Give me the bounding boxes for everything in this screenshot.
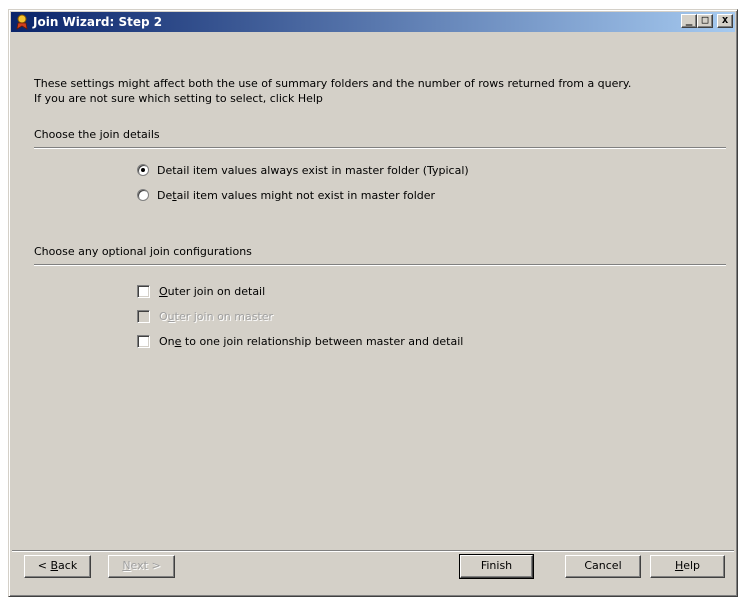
radio-label-might-not-exist: Detail item values might not exist in ma…: [157, 189, 436, 202]
radio-label-always-exist: Detail item values always exist in maste…: [157, 164, 469, 177]
checkbox-outer-join-detail-box[interactable]: [137, 284, 150, 298]
finish-button[interactable]: Finish: [459, 554, 534, 579]
help-button[interactable]: Help: [650, 555, 725, 578]
join-config-heading: Choose any optional join configurations: [34, 245, 252, 258]
checkbox-label-outer-join-detail: Outer join on detail: [159, 285, 266, 298]
next-button: Next >: [108, 555, 175, 578]
wizard-body: These settings might affect both the use…: [12, 34, 734, 551]
checkbox-outer-join-master: Outer join on master: [137, 309, 274, 326]
cancel-button[interactable]: Cancel: [565, 555, 641, 578]
intro-line-1: These settings might affect both the use…: [34, 77, 632, 90]
radio-button-checked[interactable]: [137, 164, 149, 176]
radio-button-unchecked[interactable]: [137, 189, 149, 201]
checkbox-one-to-one[interactable]: One to one join relationship between mas…: [137, 334, 464, 351]
close-button[interactable]: x: [717, 14, 733, 28]
checkbox-label-one-to-one: One to one join relationship between mas…: [159, 335, 464, 348]
checkbox-label-outer-join-master: Outer join on master: [159, 310, 274, 323]
join-config-separator: [34, 264, 726, 266]
wizard-icon: [14, 14, 30, 30]
intro-text: These settings might affect both the use…: [34, 76, 714, 106]
title-bar[interactable]: Join Wizard: Step 2 _ □ x: [11, 12, 735, 32]
back-button[interactable]: < Back: [24, 555, 91, 578]
checkbox-outer-join-master-box: [137, 309, 150, 323]
checkbox-one-to-one-box[interactable]: [137, 334, 150, 348]
window-title: Join Wizard: Step 2: [33, 15, 163, 29]
radio-detail-always-exist[interactable]: Detail item values always exist in maste…: [137, 164, 469, 180]
radio-detail-might-not-exist[interactable]: Detail item values might not exist in ma…: [137, 189, 435, 205]
intro-line-2: If you are not sure which setting to sel…: [34, 92, 323, 105]
join-details-heading: Choose the join details: [34, 128, 160, 141]
join-wizard-dialog: Join Wizard: Step 2 _ □ x These settings…: [8, 9, 738, 597]
checkbox-outer-join-detail[interactable]: Outer join on detail: [137, 284, 266, 301]
join-details-separator: [34, 147, 726, 149]
minimize-button[interactable]: _: [681, 14, 697, 28]
maximize-button[interactable]: □: [697, 14, 713, 28]
